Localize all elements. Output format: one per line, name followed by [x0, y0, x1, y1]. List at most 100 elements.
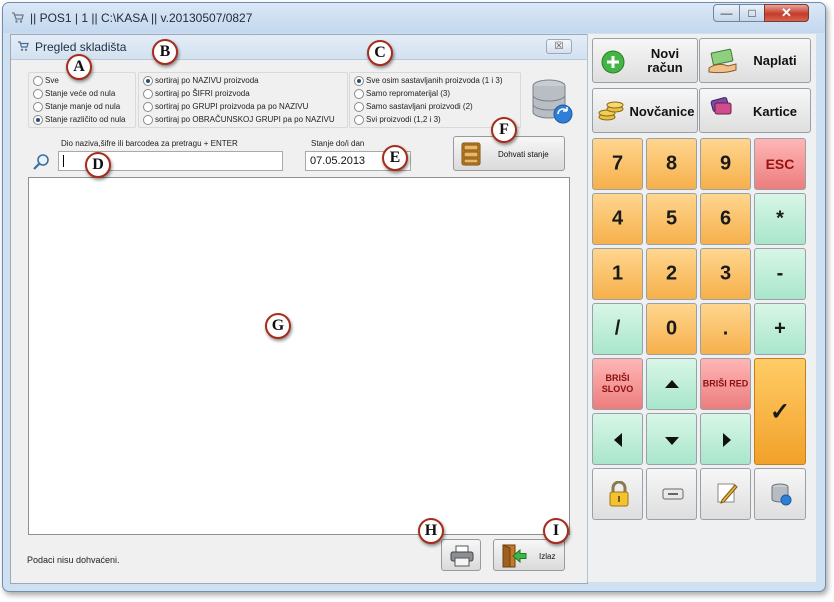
key-divide[interactable]: / [592, 303, 643, 355]
key-minus[interactable]: - [754, 248, 806, 300]
minimize-icon: — [720, 6, 733, 20]
radio-selected-icon [354, 76, 364, 86]
delete-char-button[interactable]: BRIŠI SLOVO [592, 358, 643, 410]
radio-icon [143, 89, 153, 99]
callout-marker-e: E [382, 145, 408, 171]
cash-drawer-button[interactable] [646, 468, 697, 520]
cards-label: Kartice [752, 104, 798, 119]
callout-marker-b: B [152, 39, 178, 65]
key-esc[interactable]: ESC [754, 138, 806, 190]
stock-filter-group: Sve Stanje veće od nula Stanje manje od … [28, 72, 136, 128]
filter-option-nonzero[interactable]: Stanje različito od nula [33, 114, 133, 127]
radio-icon [33, 102, 43, 112]
arrow-left-icon [614, 433, 622, 447]
printer-icon [450, 545, 474, 567]
pos-panel: Novi račun Naplati Novčanice Kartice 7 8… [587, 34, 816, 582]
type-option-except-composed[interactable]: Sve osim sastavljanih proizvoda (1 i 3) [354, 75, 518, 88]
lock-icon [609, 481, 629, 507]
arrow-right-button[interactable] [700, 413, 751, 465]
money-hand-icon [708, 48, 737, 74]
warehouse-icon [18, 41, 29, 51]
key-4[interactable]: 4 [592, 193, 643, 245]
callout-marker-h: H [418, 518, 444, 544]
key-5[interactable]: 5 [646, 193, 697, 245]
title-bar: || POS1 | 1 || C:\KASA || v.20130507/082… [3, 3, 825, 33]
key-6[interactable]: 6 [700, 193, 751, 245]
key-2[interactable]: 2 [646, 248, 697, 300]
key-dot[interactable]: . [700, 303, 751, 355]
filter-option-negative[interactable]: Stanje manje od nula [33, 101, 133, 114]
key-3[interactable]: 3 [700, 248, 751, 300]
cabinet-icon [461, 142, 481, 166]
radio-icon [33, 76, 43, 86]
key-plus[interactable]: + [754, 303, 806, 355]
print-button[interactable] [441, 539, 481, 571]
key-1[interactable]: 1 [592, 248, 643, 300]
coins-icon [598, 101, 624, 121]
key-7[interactable]: 7 [592, 138, 643, 190]
dialog-header: Pregled skladišta ☒ [11, 35, 587, 60]
cash-drawer-icon [662, 488, 684, 500]
search-label: Dio naziva,šifre ili barcodea za pretrag… [61, 139, 238, 148]
arrow-left-button[interactable] [592, 413, 643, 465]
app-icon [12, 12, 24, 23]
arrow-up-icon [665, 380, 679, 388]
date-label: Stanje do/i dan [311, 139, 365, 148]
callout-marker-a: A [66, 54, 92, 80]
fetch-stock-label: Dohvati stanje [498, 150, 549, 159]
filter-option-positive[interactable]: Stanje veće od nula [33, 88, 133, 101]
dialog-close-button[interactable]: ☒ [546, 39, 572, 54]
pay-button[interactable]: Naplati [699, 38, 811, 83]
radio-icon [33, 89, 43, 99]
arrow-up-button[interactable] [646, 358, 697, 410]
radio-icon [354, 102, 364, 112]
status-text: Podaci nisu dohvaćeni. [27, 555, 120, 565]
arrow-right-icon [723, 433, 731, 447]
arrow-down-icon [665, 437, 679, 445]
new-receipt-button[interactable]: Novi račun [592, 38, 698, 83]
close-icon: ✕ [781, 5, 792, 20]
callout-marker-i: I [543, 518, 569, 544]
sort-option-accounting-group[interactable]: sortiraj po OBRAČUNSKOJ GRUPI pa po NAZI… [143, 114, 343, 127]
key-8[interactable]: 8 [646, 138, 697, 190]
cards-icon [710, 97, 732, 115]
dialog-title: Pregled skladišta [35, 40, 127, 54]
key-9[interactable]: 9 [700, 138, 751, 190]
maximize-button[interactable]: □ [739, 4, 765, 22]
callout-marker-f: F [491, 117, 517, 143]
arrow-down-button[interactable] [646, 413, 697, 465]
text-caret [63, 155, 64, 167]
edit-button[interactable] [700, 468, 751, 520]
database-settings-button[interactable] [754, 468, 806, 520]
key-0[interactable]: 0 [646, 303, 697, 355]
database-icon [532, 79, 573, 124]
cards-button[interactable]: Kartice [699, 88, 811, 133]
radio-selected-icon [33, 115, 43, 125]
search-icon [33, 154, 49, 170]
confirm-button[interactable]: ✓ [754, 358, 806, 465]
sort-group: sortiraj po NAZIVU proizvoda sortiraj po… [138, 72, 348, 128]
maximize-icon: □ [748, 6, 756, 20]
sort-option-name[interactable]: sortiraj po NAZIVU proizvoda [143, 75, 343, 88]
minimize-button[interactable]: — [713, 4, 740, 22]
callout-marker-c: C [367, 40, 393, 66]
key-multiply[interactable]: * [754, 193, 806, 245]
stock-results-area[interactable] [28, 177, 570, 535]
database-small-icon [771, 483, 792, 506]
sort-option-code[interactable]: sortiraj po ŠIFRI proizvoda [143, 88, 343, 101]
sort-option-group[interactable]: sortiraj po GRUPI proizvoda pa po NAZIVU [143, 101, 343, 114]
window-title: || POS1 | 1 || C:\KASA || v.20130507/082… [30, 11, 253, 25]
application-window: || POS1 | 1 || C:\KASA || v.20130507/082… [2, 2, 826, 592]
type-option-raw-material[interactable]: Samo repromaterijal (3) [354, 88, 518, 101]
callout-marker-g: G [265, 313, 291, 339]
delete-row-button[interactable]: BRIŠI RED [700, 358, 751, 410]
banknotes-button[interactable]: Novčanice [592, 88, 698, 133]
lock-button[interactable] [592, 468, 643, 520]
close-button[interactable]: ✕ [764, 4, 809, 22]
pencil-icon [717, 483, 738, 504]
radio-icon [143, 102, 153, 112]
type-option-composed[interactable]: Samo sastavljani proizvodi (2) [354, 101, 518, 114]
banknotes-label: Novčanice [629, 104, 695, 119]
exit-door-icon [502, 544, 527, 568]
exit-label: Izlaz [539, 552, 556, 561]
